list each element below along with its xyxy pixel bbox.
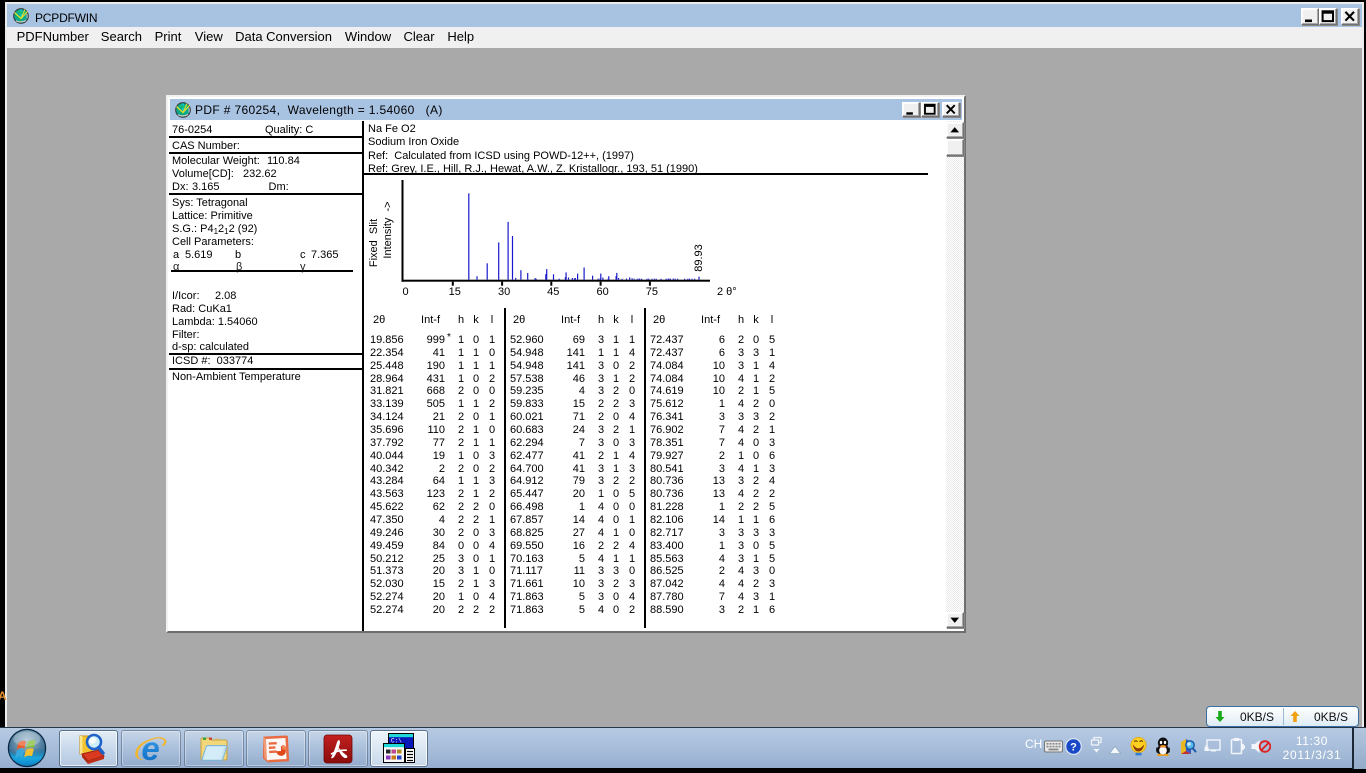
svg-text:?: ? <box>1070 742 1077 754</box>
svg-text:e: e <box>141 731 159 767</box>
